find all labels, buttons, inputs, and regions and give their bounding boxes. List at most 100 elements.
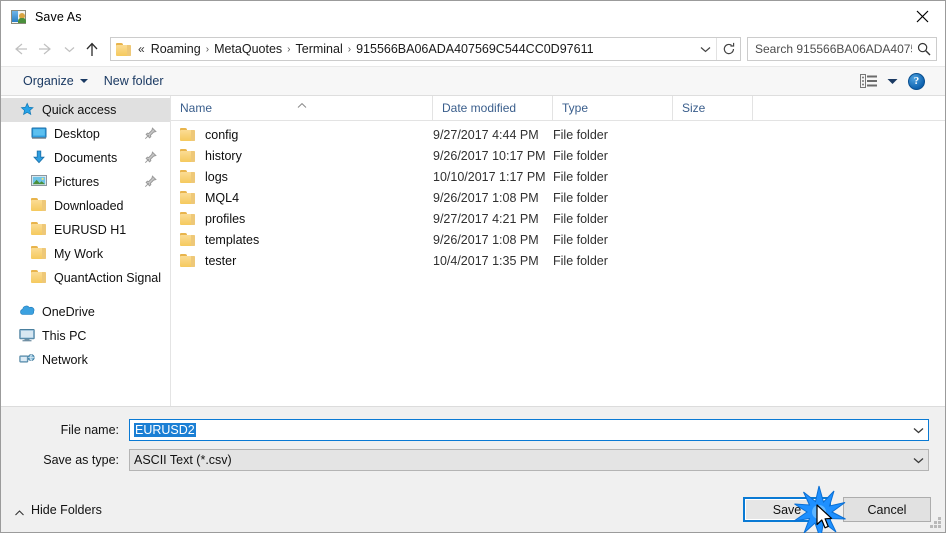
sidebar-label: QuantAction Signal xyxy=(54,271,162,285)
back-icon[interactable] xyxy=(7,36,33,62)
table-row[interactable]: config 9/27/2017 4:44 PM File folder xyxy=(171,124,945,145)
sidebar-label: OneDrive xyxy=(42,305,95,319)
sidebar-item-quick-access[interactable]: Quick access xyxy=(1,98,170,122)
file-name-cell: tester xyxy=(171,254,433,268)
table-row[interactable]: logs 10/10/2017 1:17 PM File folder xyxy=(171,166,945,187)
breadcrumb-overflow[interactable]: « xyxy=(136,42,147,56)
save-button[interactable]: Save xyxy=(743,497,831,522)
breadcrumb-item-terminal-id[interactable]: 915566BA06ADA407569C544CC0D97611 xyxy=(352,42,597,56)
close-icon[interactable] xyxy=(899,1,945,32)
sidebar-item-quantaction-signal[interactable]: QuantAction Signal xyxy=(1,266,170,290)
sidebar-item-downloaded[interactable]: Downloaded xyxy=(1,194,170,218)
hide-folders-label: Hide Folders xyxy=(31,502,102,517)
table-row[interactable]: templates 9/26/2017 1:08 PM File folder xyxy=(171,229,945,250)
file-name-cell: MQL4 xyxy=(171,191,433,205)
file-name: tester xyxy=(205,253,237,268)
address-bar[interactable]: « Roaming › MetaQuotes › Terminal › 9155… xyxy=(110,37,741,61)
file-name-value-wrap: EURUSD2 xyxy=(130,423,908,437)
onedrive-cloud-icon xyxy=(19,304,35,320)
sidebar-item-this-pc[interactable]: This PC xyxy=(1,324,170,348)
file-type: File folder xyxy=(553,169,608,184)
chevron-down-icon[interactable] xyxy=(908,450,928,470)
chevron-down-icon[interactable] xyxy=(908,420,928,440)
command-toolbar: Organize New folder ? xyxy=(1,66,945,96)
view-layout-icon[interactable] xyxy=(860,73,878,89)
column-header-row: Name Date modified Type Size xyxy=(171,96,945,121)
sidebar-item-desktop[interactable]: Desktop xyxy=(1,122,170,146)
new-folder-label: New folder xyxy=(103,74,164,88)
breadcrumb-item-metaquotes[interactable]: MetaQuotes xyxy=(210,42,286,56)
sidebar-item-my-work[interactable]: My Work xyxy=(1,242,170,266)
sidebar-label: Network xyxy=(42,353,88,367)
sidebar-divider xyxy=(1,290,170,300)
file-date: 9/27/2017 4:21 PM xyxy=(433,211,539,226)
sidebar-item-pictures[interactable]: Pictures xyxy=(1,170,170,194)
sidebar-label: EURUSD H1 xyxy=(54,223,127,237)
search-input[interactable]: Search 915566BA06ADA40756... xyxy=(747,37,937,61)
organize-button[interactable]: Organize xyxy=(15,71,96,91)
pin-icon[interactable] xyxy=(144,151,157,164)
sidebar-label: My Work xyxy=(54,247,104,261)
this-pc-icon xyxy=(19,328,35,344)
file-name-input[interactable]: EURUSD2 xyxy=(129,419,929,441)
chevron-up-icon xyxy=(15,505,24,516)
cancel-button[interactable]: Cancel xyxy=(843,497,931,522)
save-as-type-select[interactable]: ASCII Text (*.csv) xyxy=(129,449,929,471)
table-row[interactable]: MQL4 9/26/2017 1:08 PM File folder xyxy=(171,187,945,208)
file-list: Name Date modified Type Size config 9/27… xyxy=(171,96,945,406)
table-row[interactable]: tester 10/4/2017 1:35 PM File folder xyxy=(171,250,945,271)
sidebar-item-documents[interactable]: Documents xyxy=(1,146,170,170)
folder-icon xyxy=(116,42,132,56)
dialog-body: Quick access Desktop Documents Pictures … xyxy=(1,96,945,406)
refresh-icon[interactable] xyxy=(716,38,740,60)
view-dropdown-icon[interactable] xyxy=(887,72,898,90)
sidebar-item-eurusd-h1[interactable]: EURUSD H1 xyxy=(1,218,170,242)
file-name-cell: profiles xyxy=(171,212,433,226)
folder-icon xyxy=(180,170,196,183)
file-type: File folder xyxy=(553,211,608,226)
organize-label: Organize xyxy=(23,74,74,88)
recent-locations-icon[interactable] xyxy=(59,36,79,62)
column-header-type[interactable]: Type xyxy=(553,96,673,120)
new-folder-button[interactable]: New folder xyxy=(96,71,172,91)
table-row[interactable]: history 9/26/2017 10:17 PM File folder xyxy=(171,145,945,166)
sidebar-item-network[interactable]: Network xyxy=(1,348,170,372)
hide-folders-button[interactable]: Hide Folders xyxy=(15,503,102,517)
breadcrumb-item-terminal[interactable]: Terminal xyxy=(292,42,347,56)
breadcrumb: « Roaming › MetaQuotes › Terminal › 9155… xyxy=(134,42,694,56)
help-icon[interactable]: ? xyxy=(908,72,925,90)
sidebar-label: Desktop xyxy=(54,127,100,141)
folder-icon xyxy=(180,128,196,141)
sidebar-label: Documents xyxy=(54,151,118,165)
column-header-date-modified[interactable]: Date modified xyxy=(433,96,553,120)
column-label: Name xyxy=(180,101,213,115)
sidebar-item-onedrive[interactable]: OneDrive xyxy=(1,300,170,324)
address-dropdown-icon[interactable] xyxy=(694,38,716,60)
up-icon[interactable] xyxy=(79,36,105,62)
sidebar-label: This PC xyxy=(42,329,87,343)
table-row[interactable]: profiles 9/27/2017 4:21 PM File folder xyxy=(171,208,945,229)
network-icon xyxy=(19,352,35,368)
folder-icon xyxy=(180,254,196,267)
navigation-bar: « Roaming › MetaQuotes › Terminal › 9155… xyxy=(1,32,945,66)
pin-icon[interactable] xyxy=(144,127,157,140)
column-header-size[interactable]: Size xyxy=(673,96,753,120)
breadcrumb-item-roaming[interactable]: Roaming xyxy=(147,42,205,56)
sidebar-label: Downloaded xyxy=(54,199,124,213)
folder-icon xyxy=(31,198,47,214)
folder-icon xyxy=(180,233,196,246)
pin-icon[interactable] xyxy=(144,175,157,188)
file-name-cell: logs xyxy=(171,170,433,184)
search-icon[interactable] xyxy=(912,38,936,60)
file-rows: config 9/27/2017 4:44 PM File folder his… xyxy=(171,121,945,406)
forward-icon[interactable] xyxy=(33,36,59,62)
cancel-label: Cancel xyxy=(867,502,907,517)
file-date: 10/10/2017 1:17 PM xyxy=(433,169,546,184)
file-name: MQL4 xyxy=(205,190,240,205)
folder-icon xyxy=(31,222,47,238)
save-form: File name: EURUSD2 Save as type: ASCII T… xyxy=(1,406,945,487)
column-header-name[interactable]: Name xyxy=(171,96,433,120)
column-label: Type xyxy=(562,101,589,115)
view-controls xyxy=(860,72,908,90)
folder-icon xyxy=(31,246,47,262)
